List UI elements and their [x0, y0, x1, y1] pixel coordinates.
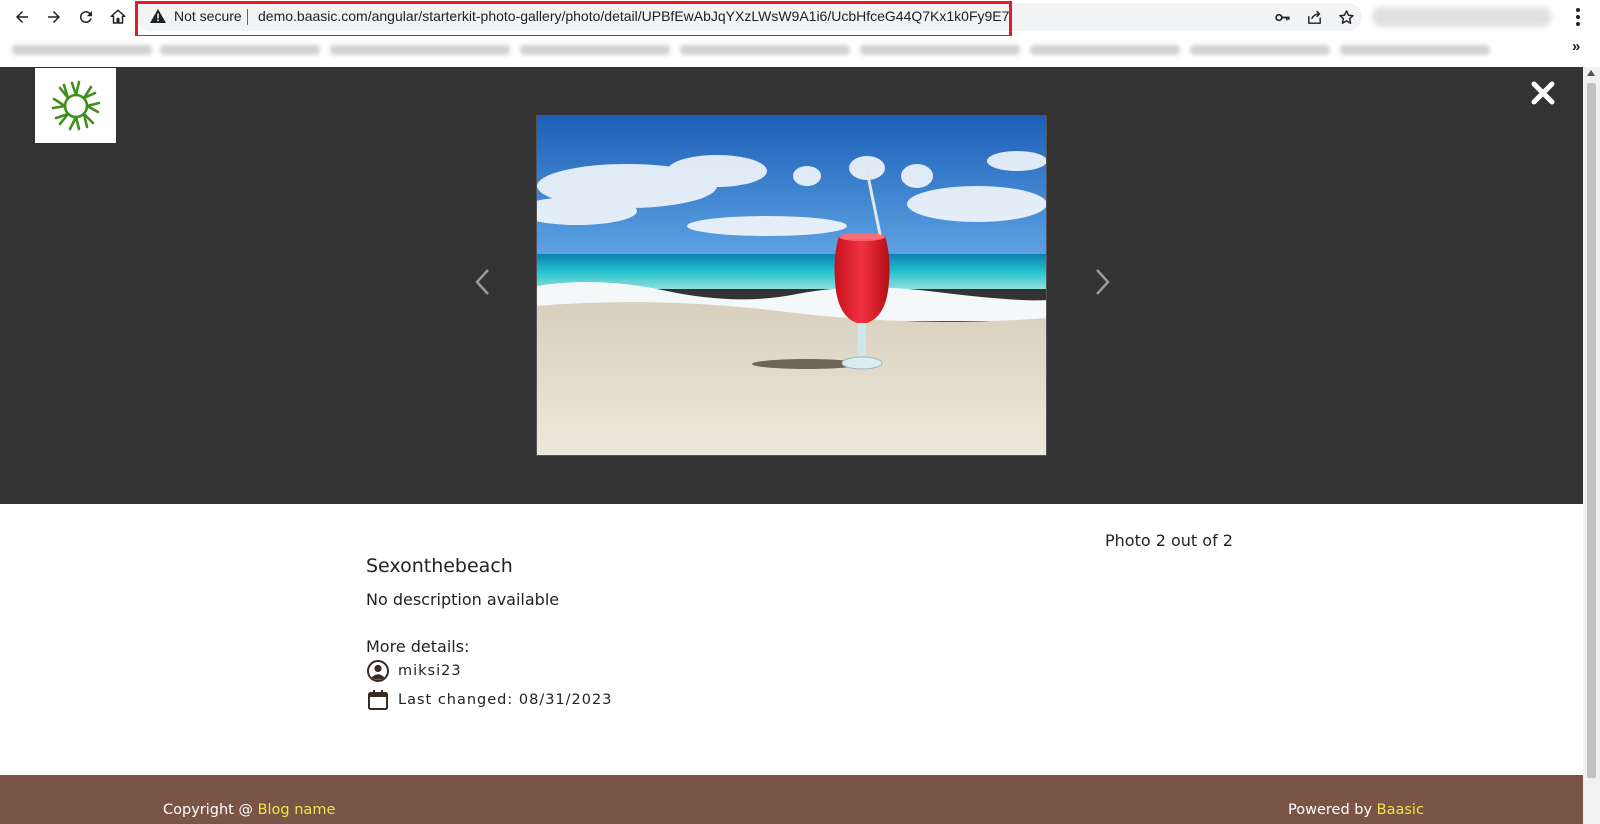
bookmark-item[interactable]	[1340, 45, 1490, 55]
address-highlight-box	[135, 1, 1012, 38]
sun-logo-icon	[51, 80, 100, 130]
bookmarks-bar	[0, 36, 1600, 66]
browser-toolbar: Not secure demo.baasic.com/angular/start…	[0, 0, 1600, 38]
reload-icon[interactable]	[73, 4, 99, 30]
next-photo-icon[interactable]	[1090, 267, 1114, 297]
back-icon[interactable]	[9, 4, 35, 30]
profile-area[interactable]	[1372, 7, 1552, 27]
scroll-thumb[interactable]	[1587, 83, 1596, 778]
copyright-prefix: Copyright @	[163, 802, 258, 818]
previous-photo-icon[interactable]	[471, 267, 495, 297]
photo-description: No description available	[366, 590, 560, 609]
bookmark-item[interactable]	[680, 45, 850, 55]
photo-details: Photo 2 out of 2 Sexonthebeach No descri…	[0, 504, 1583, 775]
bookmark-item[interactable]	[12, 45, 152, 55]
bookmarks-overflow-icon[interactable]: »	[1572, 38, 1580, 55]
author-name: miksi23	[398, 663, 462, 679]
bookmark-item[interactable]	[860, 45, 1020, 55]
close-icon[interactable]	[1530, 80, 1556, 106]
user-icon	[367, 660, 389, 682]
key-icon[interactable]	[1272, 7, 1292, 27]
calendar-icon	[368, 690, 388, 710]
photo-title: Sexonthebeach	[366, 555, 513, 577]
menu-icon[interactable]	[1573, 6, 1583, 28]
site-logo[interactable]	[35, 68, 116, 143]
photo-counter: Photo 2 out of 2	[1105, 531, 1233, 550]
home-icon[interactable]	[105, 4, 131, 30]
forward-icon[interactable]	[41, 4, 67, 30]
bookmark-item[interactable]	[160, 45, 320, 55]
blog-name-link[interactable]: Blog name	[258, 802, 336, 818]
last-changed-text: Last changed: 08/31/2023	[398, 692, 613, 708]
bookmark-item[interactable]	[1030, 45, 1180, 55]
more-details-label: More details:	[366, 637, 470, 656]
author-row: miksi23	[366, 659, 462, 683]
bookmark-item[interactable]	[520, 45, 670, 55]
photo-viewer	[0, 67, 1583, 504]
bookmark-item[interactable]	[330, 45, 510, 55]
last-changed-row: Last changed: 08/31/2023	[366, 688, 612, 712]
photo-image[interactable]	[536, 115, 1047, 456]
scroll-up-icon[interactable]	[1587, 70, 1595, 76]
powered-prefix: Powered by	[1288, 802, 1377, 818]
bookmark-star-icon[interactable]	[1336, 7, 1356, 27]
share-icon[interactable]	[1304, 7, 1324, 27]
baasic-link[interactable]: Baasic	[1377, 802, 1424, 818]
footer-copyright: Copyright @ Blog name	[163, 802, 335, 818]
site-footer: Copyright @ Blog name Powered by Baasic	[0, 775, 1583, 824]
bookmark-item[interactable]	[1190, 45, 1330, 55]
footer-powered: Powered by Baasic	[1288, 802, 1424, 818]
page-scrollbar[interactable]	[1583, 67, 1600, 824]
